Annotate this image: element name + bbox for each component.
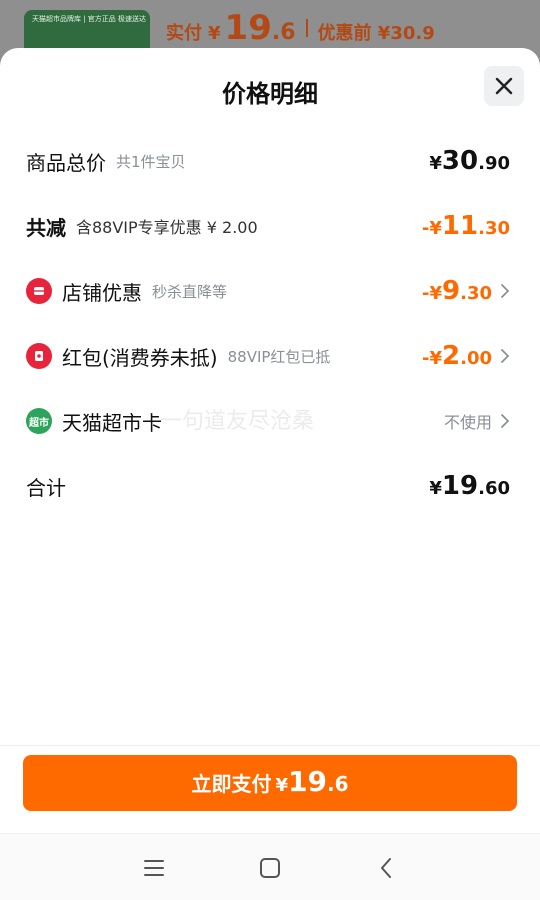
row-total-reduction: 共减 含88VIP专享优惠 ¥ 2.00 -¥ 11 .30 (0, 206, 540, 246)
shop-discount-label: 店铺优惠 (62, 280, 142, 305)
amount-int: 2 (442, 341, 461, 371)
nav-back-button[interactable] (370, 852, 402, 884)
paid-dec: .6 (271, 20, 296, 45)
chevron-right-icon (500, 349, 510, 363)
amount-int: 11 (441, 211, 479, 241)
currency-symbol: -¥ (422, 283, 443, 304)
supermarket-card-label: 天猫超市卡 (62, 410, 162, 435)
red-packet-amount: -¥ 2 .00 (422, 341, 492, 371)
amount-int: 9 (442, 276, 461, 306)
pay-now-label: 立即支付 (191, 772, 272, 796)
chevron-right-icon (500, 284, 510, 298)
amount-dec: .90 (478, 153, 510, 174)
nav-home-button[interactable] (254, 852, 286, 884)
shop-discount-amount: -¥ 9 .30 (422, 276, 492, 306)
amount-dec: .60 (478, 478, 510, 499)
currency-symbol: -¥ (422, 348, 443, 369)
price-detail-sheet: 价格明细 商品总价 共1件宝贝 ¥ 30 .90 共减 含88VIP专享优惠 ¥… (0, 48, 540, 900)
pay-currency: ¥ (275, 775, 289, 796)
grand-total-label: 合计 (26, 475, 66, 500)
back-icon (381, 858, 391, 878)
thumbnail-caption: 天猫超市品牌库 | 官方正品 极速送达 (32, 15, 147, 23)
total-reduction-label: 共减 (26, 215, 66, 240)
shop-discount-note: 秒杀直降等 (152, 282, 228, 301)
supermarket-card-value: 不使用 (443, 413, 492, 432)
currency-symbol: -¥ (421, 218, 442, 239)
home-icon (260, 858, 280, 878)
vip-discount-note: 含88VIP专享优惠 ¥ 2.00 (76, 218, 258, 237)
total-reduction-amount: -¥ 11 .30 (422, 211, 510, 241)
system-navigation-bar (0, 833, 540, 900)
amount-int: 19 (441, 471, 479, 501)
pay-now-button[interactable]: 立即支付 ¥ 19 .6 (23, 755, 517, 811)
shop-discount-icon (26, 278, 52, 304)
currency-symbol: ¥ (429, 478, 442, 499)
red-packet-icon (26, 343, 52, 369)
top-paid-summary: 实付 ¥ 19 .6 优惠前 ¥30.9 (166, 8, 435, 48)
close-icon (495, 77, 513, 95)
goods-total-amount: ¥ 30 .90 (429, 146, 510, 176)
row-grand-total: 合计 ¥ 19 .60 (0, 466, 540, 506)
pay-amount-dec: .6 (326, 772, 349, 796)
currency-symbol: ¥ (429, 153, 442, 174)
paid-label: 实付 (166, 23, 202, 44)
pay-amount-int: 19 (288, 765, 327, 798)
paid-currency: ¥ (208, 23, 221, 44)
menu-icon (144, 860, 164, 876)
goods-count: 共1件宝贝 (116, 152, 186, 171)
amount-dec: .30 (460, 283, 492, 304)
bottom-divider (0, 745, 540, 746)
amount-dec: .30 (478, 218, 510, 239)
chevron-right-icon (500, 414, 510, 428)
nav-menu-button[interactable] (138, 852, 170, 884)
row-shop-discount[interactable]: 店铺优惠 秒杀直降等 -¥ 9 .30 (0, 271, 540, 311)
close-button[interactable] (484, 66, 524, 106)
supermarket-card-icon: 超市 (26, 408, 52, 434)
sheet-title: 价格明细 (222, 80, 318, 108)
red-packet-note: 88VIP红包已抵 (227, 347, 331, 366)
row-goods-total: 商品总价 共1件宝贝 ¥ 30 .90 (0, 141, 540, 181)
before-discount-price: 优惠前 ¥30.9 (317, 23, 435, 44)
red-packet-label: 红包(消费券未抵) (62, 345, 218, 370)
grand-total-amount: ¥ 19 .60 (429, 471, 510, 501)
goods-total-label: 商品总价 (26, 150, 106, 175)
divider (305, 19, 308, 37)
amount-dec: .00 (460, 348, 492, 369)
paid-int: 19 (224, 8, 272, 48)
amount-int: 30 (441, 146, 479, 176)
row-red-packet[interactable]: 红包(消费券未抵) 88VIP红包已抵 -¥ 2 .00 (0, 336, 540, 376)
watermark-text: 一句道友尽沧桑 (160, 409, 315, 434)
